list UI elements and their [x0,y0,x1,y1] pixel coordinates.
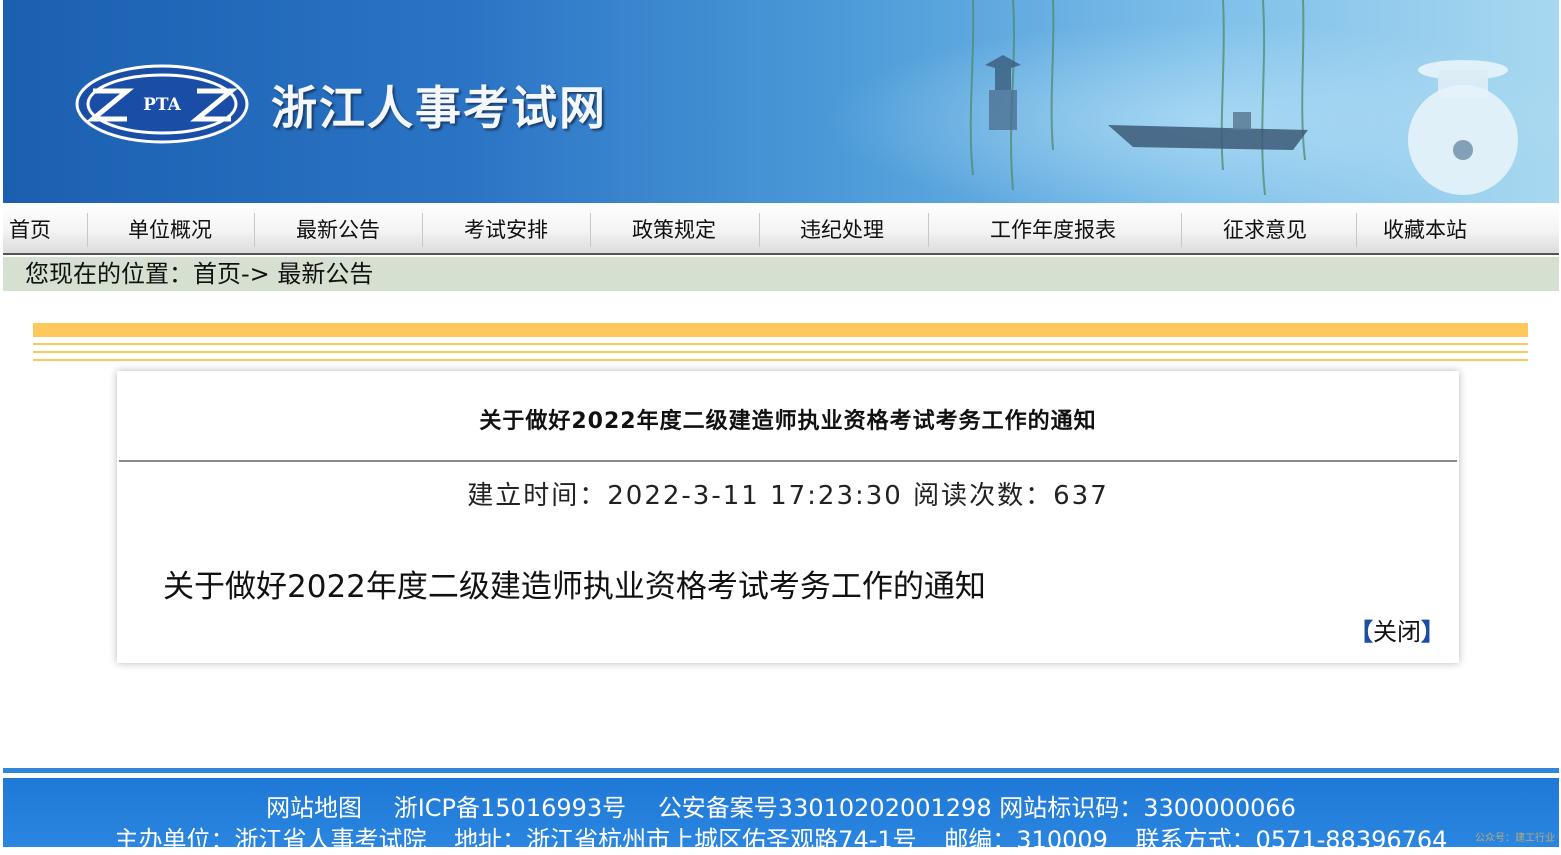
nav-separator [1356,213,1357,247]
close-bracket-left: 【 [1349,618,1373,646]
article-body[interactable]: 关于做好2022年度二级建造师执业资格考试考务工作的通知 [163,561,986,606]
nav-separator [590,213,591,247]
main-nav: 首页 单位概况 最新公告 考试安排 政策规定 违纪处理 工作年度报表 征求意见 … [3,203,1559,255]
footer-line-1: 网站地图 浙ICP备15016993号 公安备案号33010202001298 … [3,788,1559,823]
close-bracket-right: 】 [1421,618,1445,646]
nav-item-violations[interactable]: 违纪处理 [775,213,909,247]
logo-text: PTA [143,95,182,115]
nav-separator [87,213,88,247]
nav-separator [254,213,255,247]
nav-item-exam-schedule[interactable]: 考试安排 [439,213,573,247]
zpta-logo-icon: PTA [75,64,249,144]
nav-separator [928,213,929,247]
nav-item-home[interactable]: 首页 [5,213,55,247]
nav-item-latest-notices[interactable]: 最新公告 [271,213,405,247]
close-button[interactable]: 【关闭】 [1349,612,1445,647]
stripe-thin [33,351,1528,353]
article-card: 关于做好2022年度二级建造师执业资格考试考务工作的通知 建立时间：2022-3… [117,371,1459,663]
article-title: 关于做好2022年度二级建造师执业资格考试考务工作的通知 [479,409,1097,434]
nav-separator [1181,213,1182,247]
nav-separator [422,213,423,247]
footer-line-2: 主办单位：浙江省人事考试院 地址：浙江省杭州市上城区佑圣观路74-1号 邮编：3… [3,820,1559,855]
footer-top-line [3,768,1559,773]
nav-item-bookmark[interactable]: 收藏本站 [1358,213,1492,247]
footer-sitemap-link[interactable]: 网站地图 [266,794,362,822]
footer-postcode: 邮编：310009 [944,826,1108,854]
footer-police-record[interactable]: 公安备案号33010202001298 网站标识码：3300000066 [658,794,1296,822]
title-divider [119,460,1457,462]
nav-separator [759,213,760,247]
nav-item-policies[interactable]: 政策规定 [607,213,741,247]
footer-icp-link[interactable]: 浙ICP备15016993号 [394,794,626,822]
article-meta: 建立时间：2022-3-11 17:23:30 阅读次数：637 [467,481,1109,511]
site-title: 浙江人事考试网 [271,81,607,135]
nav-item-annual-report[interactable]: 工作年度报表 [953,213,1153,247]
decorative-stripes [33,323,1528,363]
breadcrumb: 您现在的位置：首页-> 最新公告 [3,257,1559,291]
footer-address: 地址：浙江省杭州市上城区佑圣观路74-1号 [454,826,917,854]
footer: 网站地图 浙ICP备15016993号 公安备案号33010202001298 … [3,778,1559,854]
stripe-main [33,323,1528,337]
footer-organizer: 主办单位：浙江省人事考试院 [114,826,427,854]
nav-item-feedback[interactable]: 征求意见 [1198,213,1332,247]
stripe-thin [33,359,1528,361]
footer-contact: 联系方式：0571-88396764 [1135,826,1448,854]
watermark: 公众号：建工行业 [1475,833,1555,844]
stripe-thin [33,343,1528,345]
close-label: 关闭 [1373,618,1421,646]
nav-item-unit-overview[interactable]: 单位概况 [103,213,237,247]
header-banner: PTA 浙江人事考试网 [3,0,1559,203]
west-lake-scenery-icon [969,0,1518,196]
